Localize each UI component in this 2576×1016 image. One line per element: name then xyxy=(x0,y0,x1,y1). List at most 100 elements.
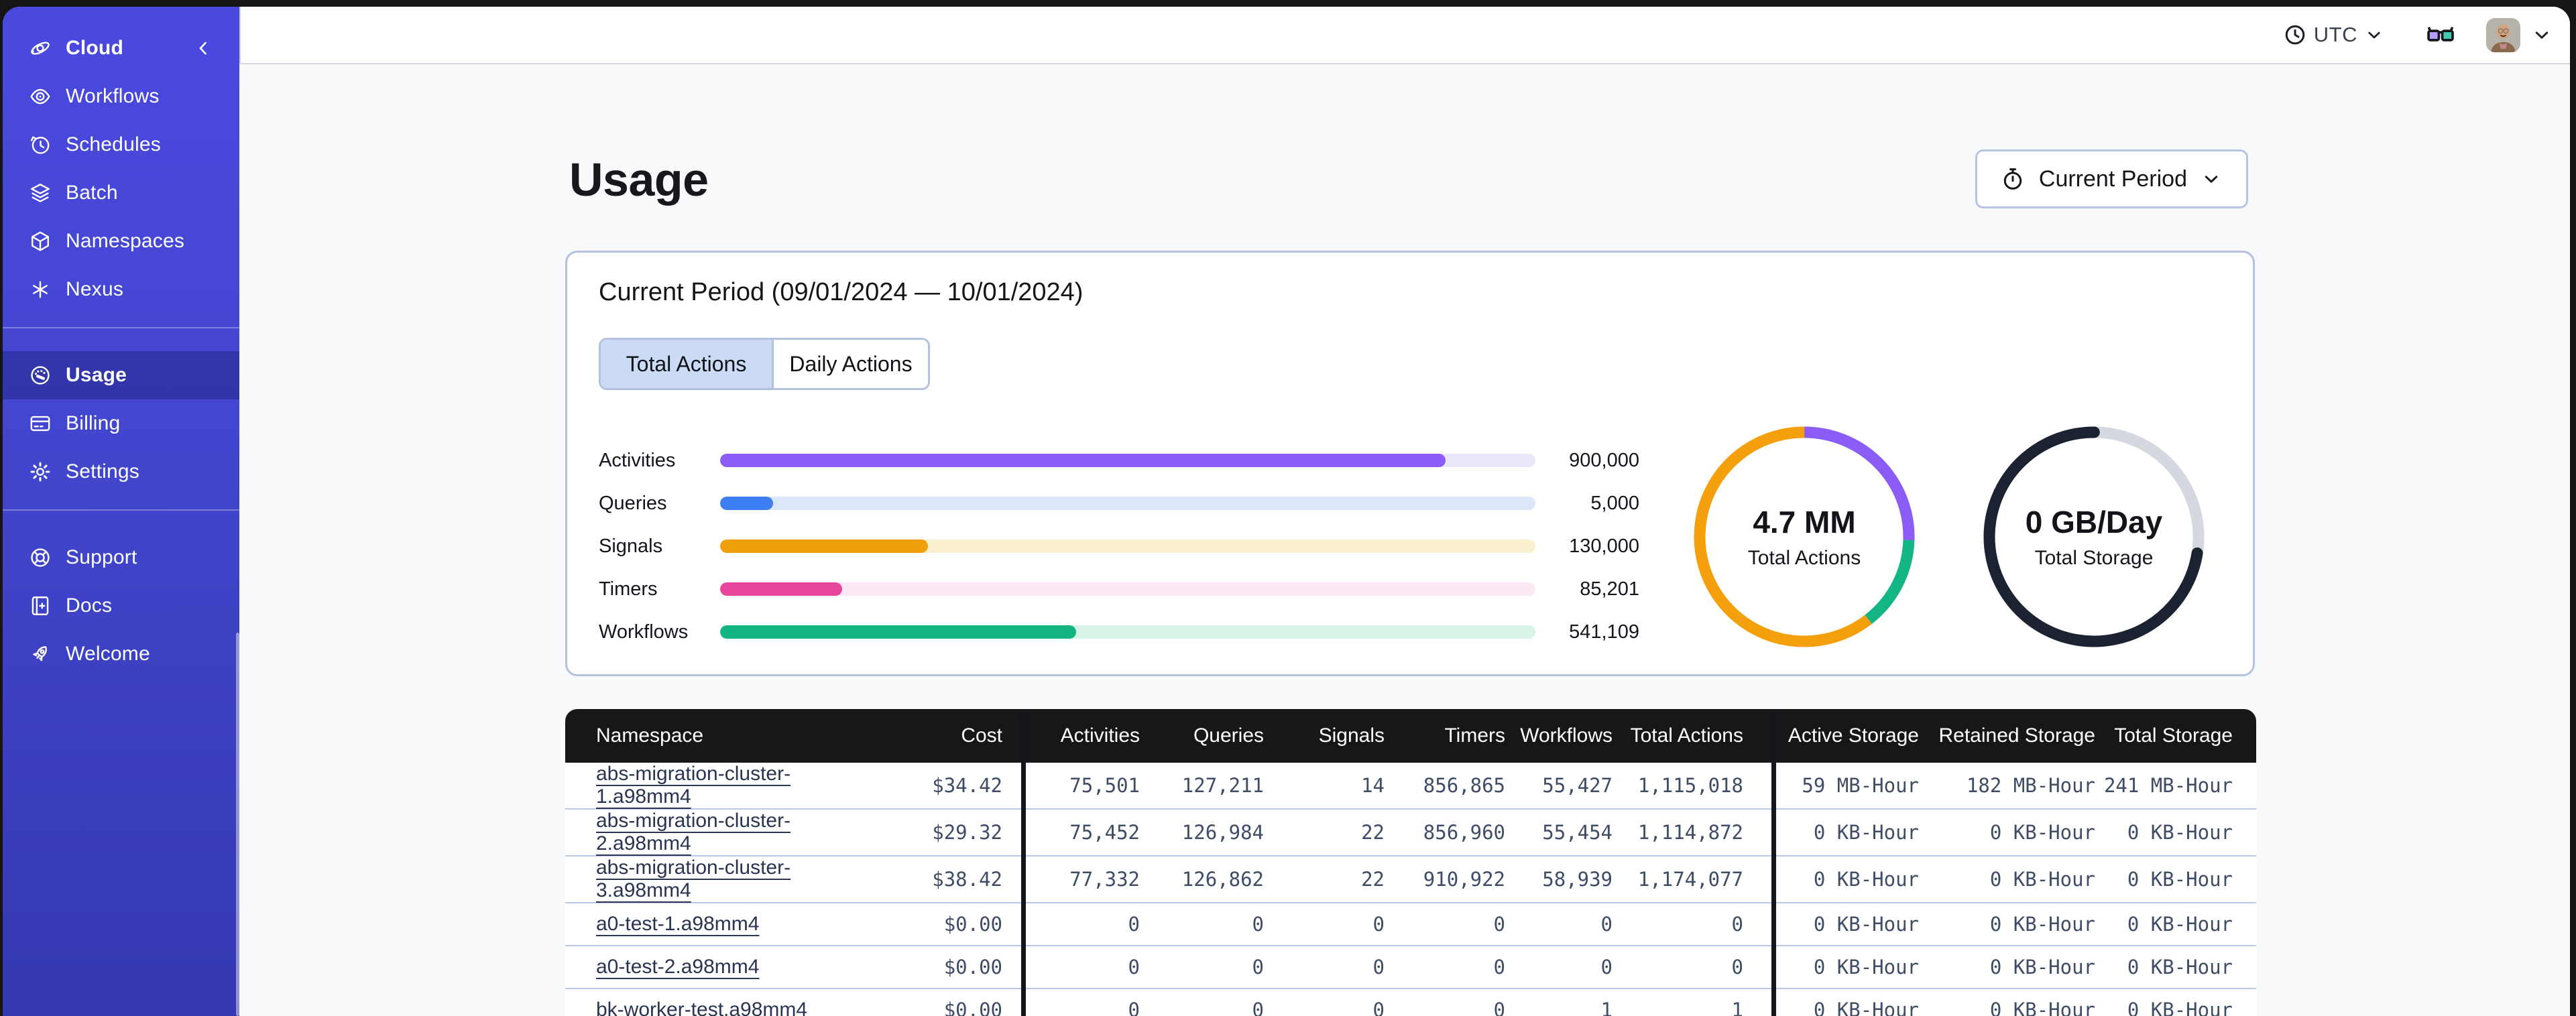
sidebar-scrollbar[interactable] xyxy=(236,632,239,1016)
bar-label: Signals xyxy=(599,535,663,557)
table-divider xyxy=(1771,945,1776,988)
value-cell: 0 KB-Hour xyxy=(1776,945,1927,988)
docs-icon xyxy=(28,594,52,618)
value-cell: 856,960 xyxy=(1393,808,1513,855)
sidebar-item-welcome[interactable]: Welcome xyxy=(3,630,239,678)
column-header-workflows: Workflows xyxy=(1513,709,1621,763)
value-cell: 0 KB-Hour xyxy=(1776,988,1927,1016)
sidebar-item-usage[interactable]: Usage xyxy=(3,351,239,399)
namespace-cell: abs-migration-cluster-1.a98mm4 xyxy=(565,763,858,808)
namespace-link[interactable]: bk-worker-test.a98mm4 xyxy=(596,999,807,1016)
app-window: Cloud Workflows Schedules Batch Namespaces N… xyxy=(3,7,2570,1016)
value-cell: 0 xyxy=(1026,988,1148,1016)
value-cell: $38.42 xyxy=(858,855,1021,902)
sidebar-item-docs[interactable]: Docs xyxy=(3,582,239,630)
sidebar-item-nexus[interactable]: Nexus xyxy=(3,265,239,314)
stopwatch-icon xyxy=(2000,166,2026,192)
table-divider xyxy=(1021,902,1026,945)
value-cell: 0 KB-Hour xyxy=(1927,945,2103,988)
table-divider xyxy=(1021,855,1026,902)
sidebar-item-label: Schedules xyxy=(66,133,161,155)
value-cell: 0 xyxy=(1026,945,1148,988)
sidebar-item-schedules[interactable]: Schedules xyxy=(3,121,239,169)
column-header-timers: Timers xyxy=(1393,709,1513,763)
table-header-row: Namespace Cost Activities Queries Signals Tim… xyxy=(565,709,2256,763)
sidebar-item-batch[interactable]: Batch xyxy=(3,169,239,217)
table-divider xyxy=(1021,988,1026,1016)
table-divider xyxy=(1771,855,1776,902)
page-title: Usage xyxy=(569,153,709,206)
value-cell: 0 xyxy=(1393,945,1513,988)
bar-value: 900,000 xyxy=(1569,449,1639,471)
value-cell: 0 xyxy=(1513,945,1621,988)
bar-value: 130,000 xyxy=(1569,535,1639,557)
tab-daily-actions[interactable]: Daily Actions xyxy=(772,340,928,388)
top-bar: UTC xyxy=(239,7,2570,64)
namespace-cell: a0-test-1.a98mm4 xyxy=(565,902,858,945)
value-cell: 59 MB-Hour xyxy=(1776,763,1927,808)
usage-summary-card: Current Period (09/01/2024 — 10/01/2024)… xyxy=(565,251,2255,676)
value-cell: 241 MB-Hour xyxy=(2103,763,2256,808)
user-avatar[interactable] xyxy=(2486,17,2520,52)
sidebar-item-label: Usage xyxy=(66,364,127,386)
tab-total-actions[interactable]: Total Actions xyxy=(601,340,772,388)
sidebar-item-settings[interactable]: Settings xyxy=(3,448,239,496)
table-divider xyxy=(1771,902,1776,945)
column-header-cost: Cost xyxy=(858,709,1021,763)
user-avatar-image xyxy=(2486,17,2520,52)
value-cell: 75,452 xyxy=(1026,808,1148,855)
value-cell: 1 xyxy=(1621,988,1771,1016)
namespace-cell: a0-test-2.a98mm4 xyxy=(565,945,858,988)
column-header-active-storage: Active Storage xyxy=(1776,709,1927,763)
namespace-link[interactable]: a0-test-1.a98mm4 xyxy=(596,913,759,935)
sidebar-item-support[interactable]: Support xyxy=(3,533,239,582)
period-selector-button[interactable]: Current Period xyxy=(1975,149,2248,208)
user-menu-chevron-down-icon[interactable] xyxy=(2531,24,2553,46)
value-cell: 127,211 xyxy=(1148,763,1272,808)
namespace-cell: abs-migration-cluster-2.a98mm4 xyxy=(565,808,858,855)
value-cell: $0.00 xyxy=(858,902,1021,945)
value-cell: 0 xyxy=(1621,945,1771,988)
sidebar-item-namespaces[interactable]: Namespaces xyxy=(3,217,239,265)
value-cell: 0 xyxy=(1148,988,1272,1016)
batch-icon xyxy=(28,181,52,205)
timezone-selector[interactable]: UTC xyxy=(2283,23,2384,47)
sidebar-item-workflows[interactable]: Workflows xyxy=(3,72,239,121)
sidebar: Cloud Workflows Schedules Batch Namespaces N… xyxy=(3,7,239,1016)
value-cell: 0 KB-Hour xyxy=(1927,902,2103,945)
clock-icon xyxy=(2283,23,2307,47)
table-row: a0-test-1.a98mm4 $0.00 0 0 0 0 0 0 0 KB-Hour 0 KB… xyxy=(565,902,2256,945)
card-title: Current Period (09/01/2024 — 10/01/2024) xyxy=(599,278,1084,306)
sidebar-brand-label: Cloud xyxy=(66,37,123,59)
chevron-down-icon xyxy=(2364,25,2384,45)
column-header-signals: Signals xyxy=(1272,709,1393,763)
value-cell: 856,865 xyxy=(1393,763,1513,808)
namespace-link[interactable]: a0-test-2.a98mm4 xyxy=(596,956,759,978)
value-cell: 1,174,077 xyxy=(1621,855,1771,902)
total-storage-label: Total Storage xyxy=(2034,547,2154,569)
namespace-link[interactable]: abs-migration-cluster-1.a98mm4 xyxy=(596,763,791,808)
value-cell: 55,454 xyxy=(1513,808,1621,855)
sidebar-item-label: Support xyxy=(66,546,137,568)
namespace-cell: bk-worker-test.a98mm4 xyxy=(565,988,858,1016)
namespace-link[interactable]: abs-migration-cluster-2.a98mm4 xyxy=(596,810,791,854)
value-cell: 0 KB-Hour xyxy=(1776,855,1927,902)
total-storage-value: 0 GB/Day xyxy=(2025,505,2163,539)
chevron-down-icon xyxy=(2201,168,2222,190)
timezone-label: UTC xyxy=(2313,23,2357,46)
bar-label: Queries xyxy=(599,492,667,514)
sidebar-item-billing[interactable]: Billing xyxy=(3,399,239,448)
sidebar-brand-cloud[interactable]: Cloud xyxy=(3,24,239,72)
bar-row-activities: Activities 900,000 xyxy=(599,439,1639,482)
value-cell: 0 KB-Hour xyxy=(1927,855,2103,902)
value-cell: 0 KB-Hour xyxy=(2103,988,2256,1016)
namespace-usage-table: Namespace Cost Activities Queries Signals Tim… xyxy=(565,709,2256,1016)
value-cell: 77,332 xyxy=(1026,855,1148,902)
labs-glasses-icon[interactable] xyxy=(2426,20,2455,50)
bar-track xyxy=(720,625,1535,639)
namespace-link[interactable]: abs-migration-cluster-3.a98mm4 xyxy=(596,856,791,901)
value-cell: 0 KB-Hour xyxy=(2103,902,2256,945)
bar-row-signals: Signals 130,000 xyxy=(599,525,1639,568)
value-cell: 0 xyxy=(1272,902,1393,945)
sidebar-collapse-chevron-left-icon[interactable] xyxy=(190,24,217,72)
